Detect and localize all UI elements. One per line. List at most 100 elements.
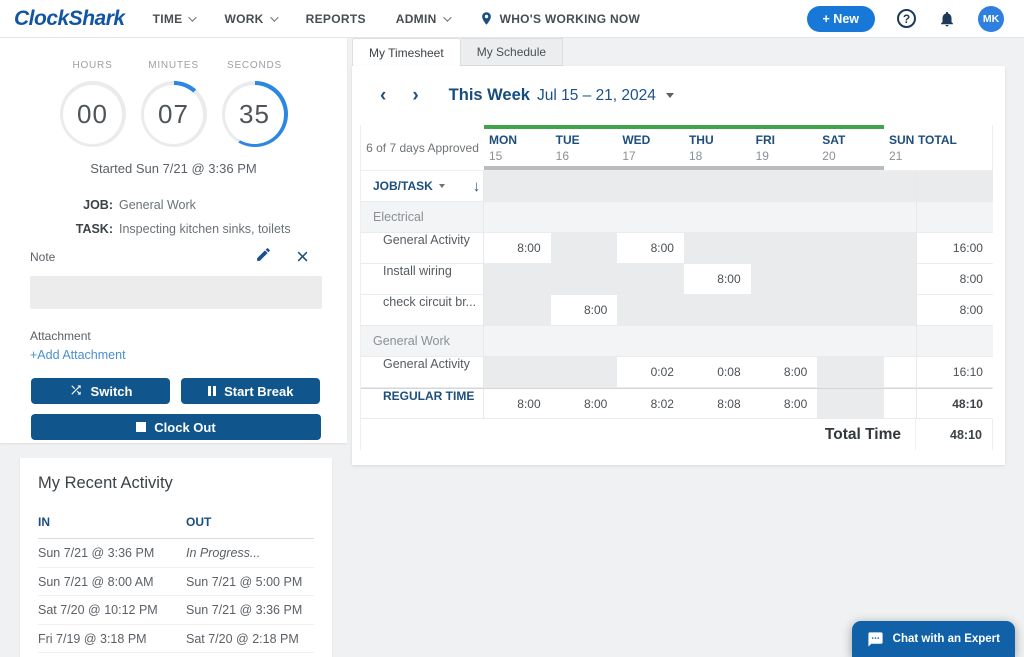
started-timestamp: Started Sun 7/21 @ 3:36 PM — [0, 161, 347, 176]
timesheet-cell[interactable] — [551, 357, 618, 387]
tab-my-schedule[interactable]: My Schedule — [461, 38, 563, 66]
job-group-row: General Work — [361, 326, 992, 357]
timesheet-cell[interactable] — [551, 233, 618, 263]
sort-direction-icon[interactable]: ↓ — [473, 178, 481, 195]
timesheet-cell[interactable] — [817, 233, 884, 263]
timesheet-cell[interactable] — [817, 357, 884, 387]
chat-bubble-icon — [867, 631, 884, 648]
timesheet-cell[interactable] — [484, 295, 551, 325]
week-title: This Week — [449, 86, 530, 105]
nav-menu: TIME WORK REPORTS ADMIN WHO'S WORKING NO… — [153, 11, 641, 26]
nav-item-reports[interactable]: REPORTS — [306, 12, 366, 26]
timesheet-cell[interactable]: 8:00 — [684, 264, 751, 294]
note-field[interactable] — [30, 276, 322, 309]
sort-caret-icon — [439, 184, 445, 188]
timesheet-cell[interactable] — [617, 295, 684, 325]
activity-row: Sun 7/21 @ 3:36 PMIn Progress... — [38, 539, 314, 568]
shuffle-icon — [69, 383, 83, 400]
clear-note-icon[interactable]: × — [296, 249, 309, 265]
day-header-fri[interactable]: FRI19 — [751, 125, 818, 170]
chat-with-expert-button[interactable]: Chat with an Expert — [852, 621, 1015, 657]
timesheet-cell[interactable]: 8:00 — [617, 233, 684, 263]
timesheet-cell[interactable] — [884, 233, 916, 263]
week-range[interactable]: Jul 15 – 21, 2024 — [537, 87, 656, 105]
day-header-thu[interactable]: THU18 — [684, 125, 751, 170]
help-icon[interactable]: ? — [897, 9, 916, 28]
new-button[interactable]: + New — [807, 6, 875, 32]
timesheet-cell[interactable] — [817, 264, 884, 294]
total-time-value: 48:10 — [915, 419, 992, 450]
week-dropdown-caret-icon[interactable] — [666, 93, 674, 98]
chevron-down-icon — [443, 13, 451, 21]
next-week-icon[interactable]: › — [412, 88, 418, 104]
job-line: JOB: General Work — [0, 198, 347, 212]
timesheet-cell[interactable] — [684, 233, 751, 263]
day-header-mon[interactable]: MON15 — [484, 125, 551, 170]
day-header-sat[interactable]: SAT20 — [817, 125, 884, 170]
timesheet-cell[interactable]: 8:00 — [751, 357, 818, 387]
edit-note-icon[interactable] — [255, 246, 272, 268]
recent-activity-header: IN OUT — [38, 515, 314, 539]
task-row: Install wiring 8:00 8:00 — [361, 264, 992, 295]
timer-hours: HOURS 00 — [60, 60, 126, 147]
tab-my-timesheet[interactable]: My Timesheet — [352, 38, 461, 66]
activity-row: Sun 7/21 @ 8:00 AMSun 7/21 @ 5:00 PM — [38, 568, 314, 597]
clockshark-logo[interactable]: ClockShark — [14, 7, 125, 31]
task-row: General Activity 8:00 8:00 16:00 — [361, 233, 992, 264]
regular-time-row: REGULAR TIME 8:00 8:00 8:02 8:08 8:00 48… — [361, 388, 992, 419]
nav-right-controls: + New ? MK — [807, 6, 1010, 32]
recent-activity-title: My Recent Activity — [38, 474, 314, 493]
approved-bar — [484, 125, 884, 129]
timesheet-cell[interactable] — [884, 295, 916, 325]
day-header-wed[interactable]: WED17 — [617, 125, 684, 170]
previous-week-icon[interactable]: ‹ — [380, 88, 386, 104]
top-navigation: ClockShark TIME WORK REPORTS ADMIN WHO'S… — [0, 0, 1024, 38]
app-screen: ClockShark TIME WORK REPORTS ADMIN WHO'S… — [0, 0, 1024, 657]
timesheet-grid: 6 of 7 days Approved MON15 TUE16 WED17 T… — [360, 125, 993, 450]
task-row: General Activity 0:02 0:08 8:00 16:10 — [361, 357, 992, 388]
week-navigation: ‹ › This Week Jul 15 – 21, 2024 — [352, 66, 1005, 105]
start-break-button[interactable]: Start Break — [181, 378, 320, 404]
nav-item-whos-working-now[interactable]: WHO'S WORKING NOW — [479, 11, 641, 26]
pause-icon — [208, 386, 217, 396]
switch-button[interactable]: Switch — [31, 378, 170, 404]
timesheet-cell[interactable]: 8:00 — [484, 233, 551, 263]
day-header-sun[interactable]: SUN21 — [884, 125, 916, 170]
timesheet-panel: ‹ › This Week Jul 15 – 21, 2024 6 of 7 d… — [352, 66, 1005, 465]
timesheet-cell[interactable] — [751, 233, 818, 263]
timesheet-cell[interactable] — [551, 264, 618, 294]
add-attachment-link[interactable]: +Add Attachment — [30, 348, 126, 362]
timesheet-cell[interactable] — [617, 264, 684, 294]
seconds-ring: 35 — [222, 81, 288, 147]
clock-panel: HOURS 00 MINUTES 07 SECONDS 35 Started S… — [0, 38, 347, 443]
clock-out-button[interactable]: Clock Out — [31, 414, 321, 440]
timesheet-cell[interactable] — [484, 357, 551, 387]
timesheet-cell[interactable] — [884, 264, 916, 294]
timesheet-cell[interactable] — [751, 295, 818, 325]
nav-item-admin[interactable]: ADMIN — [396, 12, 449, 26]
job-task-sort[interactable]: JOB/TASK ↓ — [361, 171, 484, 201]
total-time-row: Total Time 48:10 — [361, 419, 992, 450]
nav-item-work[interactable]: WORK — [224, 12, 275, 26]
timesheet-cell[interactable] — [751, 264, 818, 294]
chevron-down-icon — [270, 13, 278, 21]
nav-item-time[interactable]: TIME — [153, 12, 195, 26]
activity-row: Fri 7/19 @ 3:18 PMSat 7/20 @ 2:18 PM — [38, 625, 314, 654]
day-header-tue[interactable]: TUE16 — [551, 125, 618, 170]
timesheet-cell[interactable]: 0:08 — [684, 357, 751, 387]
notifications-bell-icon[interactable] — [938, 10, 956, 28]
chevron-down-icon — [189, 13, 197, 21]
timesheet-cell[interactable]: 0:02 — [617, 357, 684, 387]
job-task-info: JOB: General Work TASK: Inspecting kitch… — [0, 198, 347, 236]
total-column-header: TOTAL — [916, 125, 993, 170]
hours-ring: 00 — [60, 81, 126, 147]
attachment-label: Attachment — [30, 329, 317, 343]
timesheet-cell[interactable] — [884, 357, 916, 387]
timesheet-cell[interactable] — [684, 295, 751, 325]
timesheet-cell[interactable] — [484, 264, 551, 294]
user-avatar[interactable]: MK — [978, 6, 1004, 32]
timesheet-cell[interactable] — [817, 295, 884, 325]
row-total: 16:00 — [916, 233, 993, 263]
timesheet-cell[interactable]: 8:00 — [551, 295, 618, 325]
timesheet-cell — [484, 171, 551, 201]
